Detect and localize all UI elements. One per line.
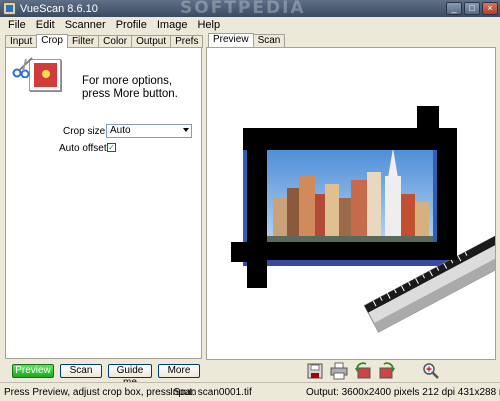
- menu-scanner[interactable]: Scanner: [60, 19, 111, 31]
- status-input: Input: scan0001.tif: [170, 387, 252, 398]
- rotate-left-icon[interactable]: [354, 362, 372, 380]
- window-controls: _ □ ×: [446, 2, 498, 15]
- status-bar: Press Preview, adjust crop box, press Sc…: [0, 382, 500, 401]
- window-title: VueScan 8.6.10: [20, 2, 98, 15]
- menu-profile[interactable]: Profile: [111, 19, 152, 31]
- preview-panel: [206, 47, 496, 360]
- preview-toolbar: [306, 362, 440, 380]
- crop-size-value: Auto: [110, 125, 131, 136]
- tab-scan[interactable]: Scan: [252, 34, 286, 47]
- menu-bar: File Edit Scanner Profile Image Help: [0, 17, 500, 32]
- crop-size-select[interactable]: Auto: [106, 124, 192, 138]
- title-bar: VueScan 8.6.10 SOFTPEDIA _ □ ×: [0, 0, 500, 18]
- crop-illustration: [12, 56, 67, 100]
- tab-crop[interactable]: Crop: [36, 34, 68, 48]
- more-button[interactable]: More: [158, 364, 200, 378]
- view-tabs: Preview Scan: [208, 33, 286, 47]
- menu-help[interactable]: Help: [192, 19, 225, 31]
- guide-me-button[interactable]: Guide me: [108, 364, 152, 388]
- close-button[interactable]: ×: [482, 2, 498, 15]
- info-line-2: press More button.: [82, 88, 178, 100]
- crop-size-label: Crop size:: [63, 126, 109, 137]
- preview-illustration: [231, 106, 495, 333]
- watermark: SOFTPEDIA: [180, 0, 306, 18]
- info-line-1: For more options,: [82, 75, 173, 87]
- status-output: Output: 3600x2400 pixels 212 dpi 431x288…: [306, 387, 500, 398]
- auto-offset-checkbox[interactable]: ✓: [107, 143, 116, 152]
- print-icon[interactable]: [330, 362, 348, 380]
- menu-image[interactable]: Image: [152, 19, 193, 31]
- crop-info-text: For more options, press More button.: [82, 75, 178, 101]
- checkmark-icon: ✓: [108, 143, 115, 152]
- save-icon[interactable]: [306, 362, 324, 380]
- scissors-icon: [12, 57, 33, 78]
- chevron-down-icon: [183, 128, 189, 132]
- tab-preview[interactable]: Preview: [208, 33, 254, 47]
- zoom-icon[interactable]: [422, 362, 440, 380]
- menu-file[interactable]: File: [3, 19, 31, 31]
- crop-settings-panel: For more options, press More button. Cro…: [5, 47, 202, 359]
- auto-offset-label: Auto offset:: [59, 143, 110, 154]
- minimize-button[interactable]: _: [446, 2, 462, 15]
- preview-button[interactable]: Preview: [12, 364, 54, 378]
- status-hint: Press Preview, adjust crop box, press Sc…: [4, 387, 197, 398]
- scan-button[interactable]: Scan: [60, 364, 102, 378]
- maximize-button[interactable]: □: [464, 2, 480, 15]
- settings-tabs: Input Crop Filter Color Output Prefs: [5, 34, 204, 48]
- rotate-right-icon[interactable]: [378, 362, 396, 380]
- app-icon: [3, 2, 16, 15]
- menu-edit[interactable]: Edit: [31, 19, 60, 31]
